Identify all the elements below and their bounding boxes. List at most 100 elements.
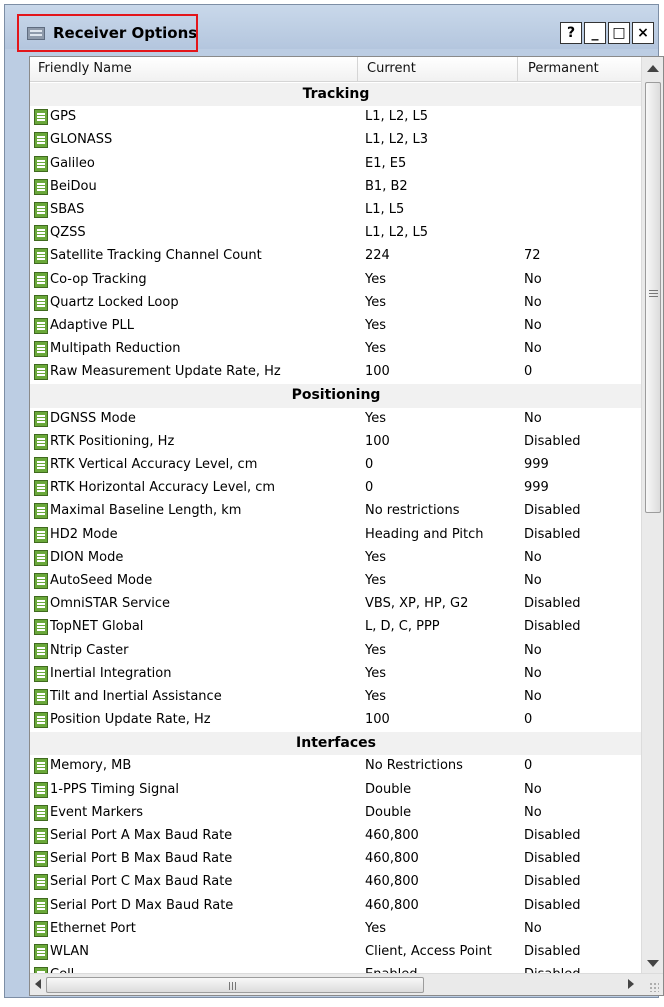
option-current-value: E1, E5 <box>365 155 407 171</box>
option-current-value: Yes <box>365 572 386 588</box>
option-permanent-value: 999 <box>524 480 549 496</box>
option-row[interactable]: Serial Port A Max Baud Rate 460,800 Disabl… <box>30 825 642 848</box>
option-permanent-value: Disabled <box>524 503 581 519</box>
close-button[interactable]: × <box>632 22 654 44</box>
option-current-value: 460,800 <box>365 851 419 867</box>
option-row[interactable]: RTK Vertical Accuracy Level, cm 0 999 <box>30 454 642 477</box>
option-row[interactable]: Adaptive PLL Yes No <box>30 315 642 338</box>
option-icon <box>34 294 48 311</box>
option-row[interactable]: GLONASS L1, L2, L3 <box>30 129 642 152</box>
option-row[interactable]: Raw Measurement Update Rate, Hz 100 0 <box>30 361 642 384</box>
option-permanent-value: No <box>524 549 542 565</box>
option-row[interactable]: Tilt and Inertial Assistance Yes No <box>30 686 642 709</box>
option-name: GLONASS <box>50 132 113 148</box>
option-icon <box>34 155 48 172</box>
option-row[interactable]: Position Update Rate, Hz 100 0 <box>30 709 642 732</box>
option-icon <box>34 943 48 960</box>
option-current-value: Yes <box>365 688 386 704</box>
column-divider[interactable] <box>357 57 358 81</box>
option-name: Serial Port B Max Baud Rate <box>50 851 233 867</box>
option-permanent-value: 999 <box>524 457 549 472</box>
option-name: Quartz Locked Loop <box>50 294 179 310</box>
option-row[interactable]: Serial Port C Max Baud Rate 460,800 Disabl… <box>30 871 642 894</box>
option-icon <box>34 665 48 682</box>
grip-icon <box>229 982 230 990</box>
option-icon <box>34 549 48 566</box>
option-icon <box>34 828 48 844</box>
scroll-left-arrow-icon[interactable] <box>35 979 41 989</box>
resize-grip-icon[interactable] <box>649 982 659 992</box>
option-name: Galileo <box>50 155 95 171</box>
option-name: HD2 Mode <box>50 526 118 542</box>
option-permanent-value: 0 <box>524 758 533 774</box>
scroll-right-arrow-icon[interactable] <box>628 979 634 989</box>
option-permanent-value: Disabled <box>524 619 581 635</box>
option-permanent-value: 0 <box>524 364 533 380</box>
maximize-button[interactable]: □ <box>608 22 630 44</box>
column-divider[interactable] <box>517 57 518 81</box>
option-permanent-value: No <box>524 572 542 588</box>
option-row[interactable]: Quartz Locked Loop Yes No <box>30 292 642 315</box>
option-permanent-value: No <box>524 804 542 820</box>
minimize-button[interactable]: _ <box>584 22 606 44</box>
help-button[interactable]: ? <box>560 22 582 44</box>
option-current-value: Client, Access Point <box>365 943 492 959</box>
option-row[interactable]: GPS L1, L2, L5 <box>30 106 642 129</box>
option-row[interactable]: Multipath Reduction Yes No <box>30 338 642 361</box>
horizontal-scrollbar[interactable] <box>30 973 663 995</box>
section-header: Interfaces <box>30 732 642 756</box>
option-row[interactable]: AutoSeed Mode Yes No <box>30 570 642 593</box>
option-row[interactable]: TopNET Global L, D, C, PPP Disabled <box>30 616 642 639</box>
option-permanent-value: No <box>524 920 542 936</box>
option-row[interactable]: Event Markers Double No <box>30 802 642 825</box>
option-row[interactable]: Co-op Tracking Yes No <box>30 269 642 292</box>
option-row[interactable]: OmniSTAR Service VBS, XP, HP, G2 Disabled <box>30 593 642 616</box>
scroll-down-arrow-icon[interactable] <box>647 960 659 967</box>
option-current-value: 460,800 <box>365 897 419 913</box>
column-current[interactable]: Current <box>367 61 416 76</box>
option-row[interactable]: SBAS L1, L5 <box>30 199 642 222</box>
option-row[interactable]: HD2 Mode Heading and Pitch Disabled <box>30 524 642 547</box>
option-name: GPS <box>50 109 77 125</box>
option-row[interactable]: Memory, MB No Restrictions 0 <box>30 755 642 778</box>
option-permanent-value: Disabled <box>524 851 581 867</box>
option-row[interactable]: RTK Horizontal Accuracy Level, cm 0 999 <box>30 477 642 500</box>
title-highlight-box <box>17 14 198 52</box>
option-permanent-value: 72 <box>524 248 541 264</box>
vertical-scroll-thumb[interactable] <box>645 82 661 513</box>
option-current-value: L, D, C, PPP <box>365 619 440 635</box>
scroll-up-arrow-icon[interactable] <box>647 65 659 72</box>
option-row[interactable]: BeiDou B1, B2 <box>30 176 642 199</box>
option-row[interactable]: Ntrip Caster Yes No <box>30 640 642 663</box>
option-row[interactable]: Ethernet Port Yes No <box>30 918 642 941</box>
option-name: TopNET Global <box>50 619 144 635</box>
option-icon <box>34 758 48 775</box>
option-current-value: VBS, XP, HP, G2 <box>365 596 469 612</box>
option-current-value: L1, L5 <box>365 201 405 217</box>
option-row[interactable]: Serial Port D Max Baud Rate 460,800 Disabl… <box>30 895 642 918</box>
horizontal-scroll-thumb[interactable] <box>46 977 424 993</box>
option-row[interactable]: WLAN Client, Access Point Disabled <box>30 941 642 964</box>
option-current-value: 460,800 <box>365 828 419 843</box>
option-row[interactable]: DGNSS Mode Yes No <box>30 408 642 431</box>
option-row[interactable]: RTK Positioning, Hz 100 Disabled <box>30 431 642 454</box>
option-row[interactable]: DION Mode Yes No <box>30 547 642 570</box>
title-bar[interactable]: Receiver Options ? _ □ × <box>5 5 658 52</box>
option-row[interactable]: Satellite Tracking Channel Count 224 72 <box>30 245 642 268</box>
receiver-options-window: Receiver Options ? _ □ × Friendly Name C… <box>4 4 664 998</box>
option-current-value: L1, L2, L5 <box>365 109 429 125</box>
option-row[interactable]: 1-PPS Timing Signal Double No <box>30 779 642 802</box>
option-current-value: 100 <box>365 364 390 380</box>
option-row[interactable]: QZSS L1, L2, L5 <box>30 222 642 245</box>
option-name: 1-PPS Timing Signal <box>50 781 180 797</box>
vertical-scrollbar[interactable] <box>641 57 663 975</box>
option-row[interactable]: Inertial Integration Yes No <box>30 663 642 686</box>
column-friendly-name[interactable]: Friendly Name <box>38 61 132 76</box>
option-name: Ethernet Port <box>50 920 136 936</box>
option-row[interactable]: Serial Port B Max Baud Rate 460,800 Disabl… <box>30 848 642 871</box>
option-current-value: Yes <box>365 410 386 426</box>
option-row[interactable]: Maximal Baseline Length, km No restrictio… <box>30 500 642 523</box>
option-row[interactable]: Galileo E1, E5 <box>30 153 642 176</box>
option-icon <box>34 804 48 821</box>
column-permanent[interactable]: Permanent <box>528 61 599 76</box>
